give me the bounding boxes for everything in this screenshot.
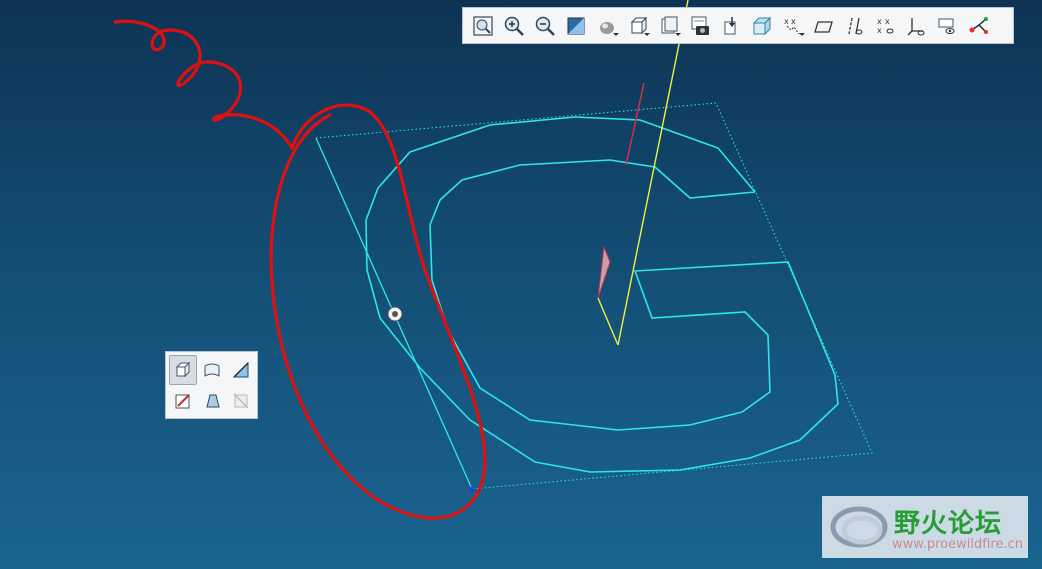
refit-icon bbox=[472, 15, 493, 36]
yellow-axis-line bbox=[617, 0, 689, 346]
repaint-icon bbox=[567, 17, 584, 34]
mini-toolbar bbox=[165, 351, 258, 419]
letter-g-outer-profile bbox=[365, 116, 839, 473]
saved-views-button[interactable] bbox=[622, 11, 653, 40]
perspective-icon bbox=[724, 16, 735, 34]
plane-display-button[interactable]: xx bbox=[777, 11, 808, 40]
thicken-button[interactable] bbox=[198, 386, 226, 416]
section-view-icon bbox=[752, 16, 771, 35]
hide-button[interactable] bbox=[227, 386, 255, 416]
watermark-url: www.proewildfire.cn bbox=[892, 537, 1023, 552]
vertex-marker bbox=[469, 485, 475, 491]
yellow-axis-tick bbox=[597, 297, 619, 346]
svg-text:x: x bbox=[877, 17, 882, 26]
spin-center-icon bbox=[691, 16, 709, 35]
forum-watermark: 野火论坛 www.proewildfire.cn bbox=[822, 496, 1028, 558]
axis-display-button[interactable] bbox=[808, 11, 839, 40]
point-display-button[interactable] bbox=[839, 11, 870, 40]
sketch-orient-icon bbox=[938, 18, 954, 34]
axis-display-icon bbox=[813, 20, 833, 33]
zoom-in-button[interactable] bbox=[498, 11, 529, 40]
thicken-icon bbox=[206, 394, 220, 408]
sketch-icon bbox=[175, 394, 190, 409]
view-toolbar: xx xxx bbox=[462, 7, 1014, 44]
plane-display-icon: xx bbox=[784, 17, 799, 34]
watermark-title: 野火论坛 bbox=[894, 509, 1003, 539]
section-view-button[interactable] bbox=[746, 11, 777, 40]
graphics-window[interactable] bbox=[0, 0, 1042, 569]
spin-center-dot bbox=[392, 311, 398, 317]
view-manager-button[interactable] bbox=[653, 11, 684, 40]
sketch-display-button[interactable] bbox=[963, 11, 994, 40]
repaint-button[interactable] bbox=[560, 11, 591, 40]
annotation-squiggle bbox=[113, 19, 294, 150]
display-style-icon bbox=[599, 21, 614, 34]
watermark-logo-icon bbox=[830, 506, 888, 548]
surface-button[interactable] bbox=[198, 355, 226, 385]
annotation-display-icon bbox=[907, 17, 924, 35]
refit-button[interactable] bbox=[467, 11, 498, 40]
selected-edge bbox=[625, 82, 645, 166]
surface-icon bbox=[204, 363, 220, 377]
svg-text:x: x bbox=[885, 17, 890, 26]
csys-display-button[interactable]: xxx bbox=[870, 11, 901, 40]
svg-text:x: x bbox=[784, 17, 789, 26]
sketch-button[interactable] bbox=[169, 386, 197, 416]
view-manager-icon bbox=[661, 16, 677, 33]
spin-center-button[interactable] bbox=[684, 11, 715, 40]
direction-arrow-marker bbox=[597, 246, 611, 299]
annotation-display-button[interactable] bbox=[901, 11, 932, 40]
point-display-icon bbox=[847, 17, 862, 34]
zoom-out-icon bbox=[535, 16, 555, 36]
saved-views-icon bbox=[630, 16, 647, 34]
solid-icon bbox=[175, 361, 191, 378]
csys-display-icon: x xx bbox=[877, 17, 893, 35]
zoom-out-button[interactable] bbox=[529, 11, 560, 40]
sketch-display-icon bbox=[969, 16, 988, 34]
hide-icon bbox=[233, 393, 249, 409]
perspective-button[interactable] bbox=[715, 11, 746, 40]
svg-text:x: x bbox=[877, 26, 882, 35]
svg-text:x: x bbox=[791, 17, 796, 26]
cut-button[interactable] bbox=[227, 355, 255, 385]
zoom-in-icon bbox=[504, 16, 524, 36]
solid-button[interactable] bbox=[169, 355, 197, 385]
sketch-orient-button[interactable] bbox=[932, 11, 963, 40]
display-style-button[interactable] bbox=[591, 11, 622, 40]
cut-icon bbox=[232, 361, 249, 378]
